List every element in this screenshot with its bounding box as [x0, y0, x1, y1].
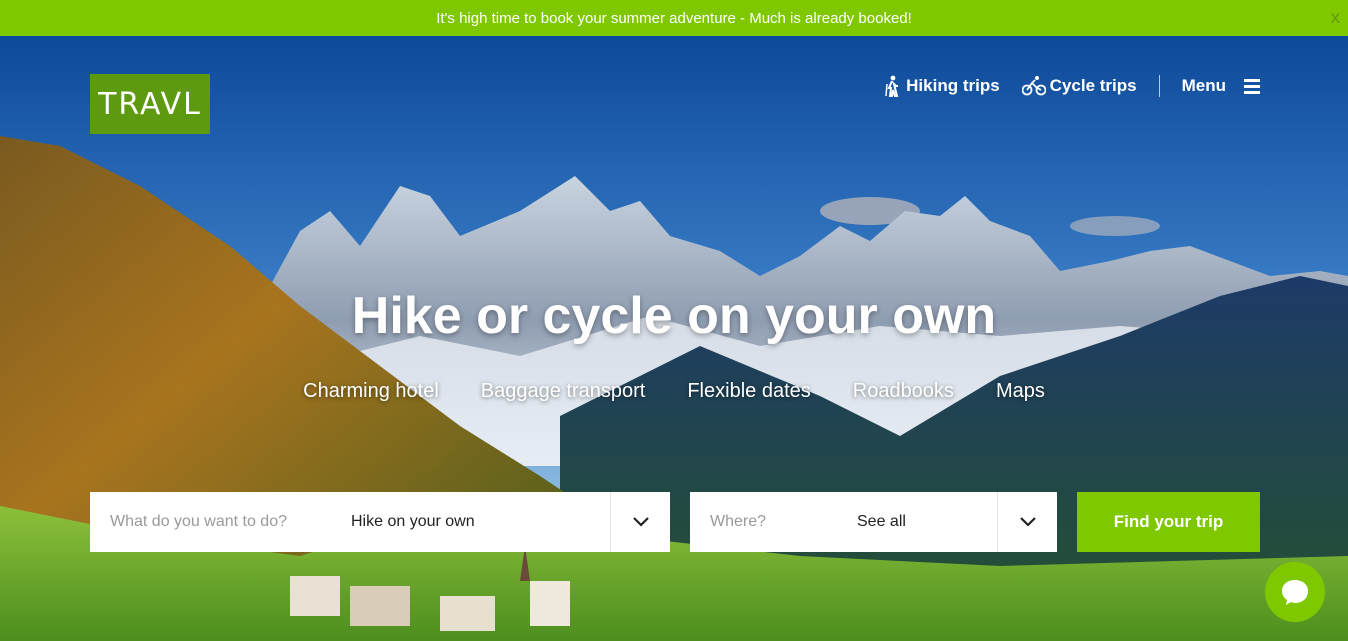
hamburger-icon	[1244, 79, 1260, 94]
chevron-down-icon	[1019, 517, 1036, 527]
chat-bubble-icon	[1282, 580, 1308, 605]
chat-button[interactable]	[1265, 562, 1325, 622]
activity-dropdown-toggle[interactable]	[610, 492, 670, 552]
menu-button[interactable]: Menu	[1182, 76, 1260, 96]
hero-headline: Hike or cycle on your own	[351, 287, 997, 345]
bicycle-icon	[1021, 76, 1046, 96]
activity-value: Hike on your own	[351, 513, 475, 530]
nav-hiking-trips[interactable]: Hiking trips	[884, 75, 1000, 97]
feature-item: Roadbooks	[852, 380, 954, 402]
feature-item: Flexible dates	[687, 380, 811, 402]
destination-value: See all	[857, 513, 906, 530]
activity-placeholder: What do you want to do?	[110, 513, 287, 530]
feature-item: Charming hotel	[303, 380, 439, 402]
travl-logo[interactable]: TRAVL	[90, 74, 210, 134]
feature-item: Maps	[995, 380, 1045, 402]
nav-cycle-trips[interactable]: Cycle trips	[1021, 75, 1137, 97]
close-banner-button[interactable]: X	[1331, 10, 1340, 26]
activity-select[interactable]: What do you want to do? Hike on your own	[90, 492, 670, 552]
main-nav: Hiking trips Cycle trips Menu	[862, 72, 1260, 100]
menu-label: Menu	[1181, 76, 1226, 95]
destination-placeholder: Where?	[710, 513, 767, 530]
destination-dropdown-toggle[interactable]	[997, 492, 1057, 552]
announcement-banner: It's high time to book your summer adven…	[0, 0, 1348, 36]
feature-list: Charming hotel Baggage transport Flexibl…	[0, 380, 1348, 403]
announcement-text: It's high time to book your summer adven…	[436, 9, 912, 27]
nav-cycle-label: Cycle trips	[1049, 76, 1137, 95]
destination-select[interactable]: Where? See all	[690, 492, 1057, 552]
logo-text: TRAVL	[98, 86, 202, 122]
hiker-icon	[885, 75, 899, 97]
feature-item: Baggage transport	[480, 380, 646, 402]
find-trip-button[interactable]: Find your trip	[1077, 492, 1260, 552]
chevron-down-icon	[632, 517, 649, 527]
nav-hiking-label: Hiking trips	[906, 76, 1000, 95]
nav-divider	[1158, 75, 1160, 97]
